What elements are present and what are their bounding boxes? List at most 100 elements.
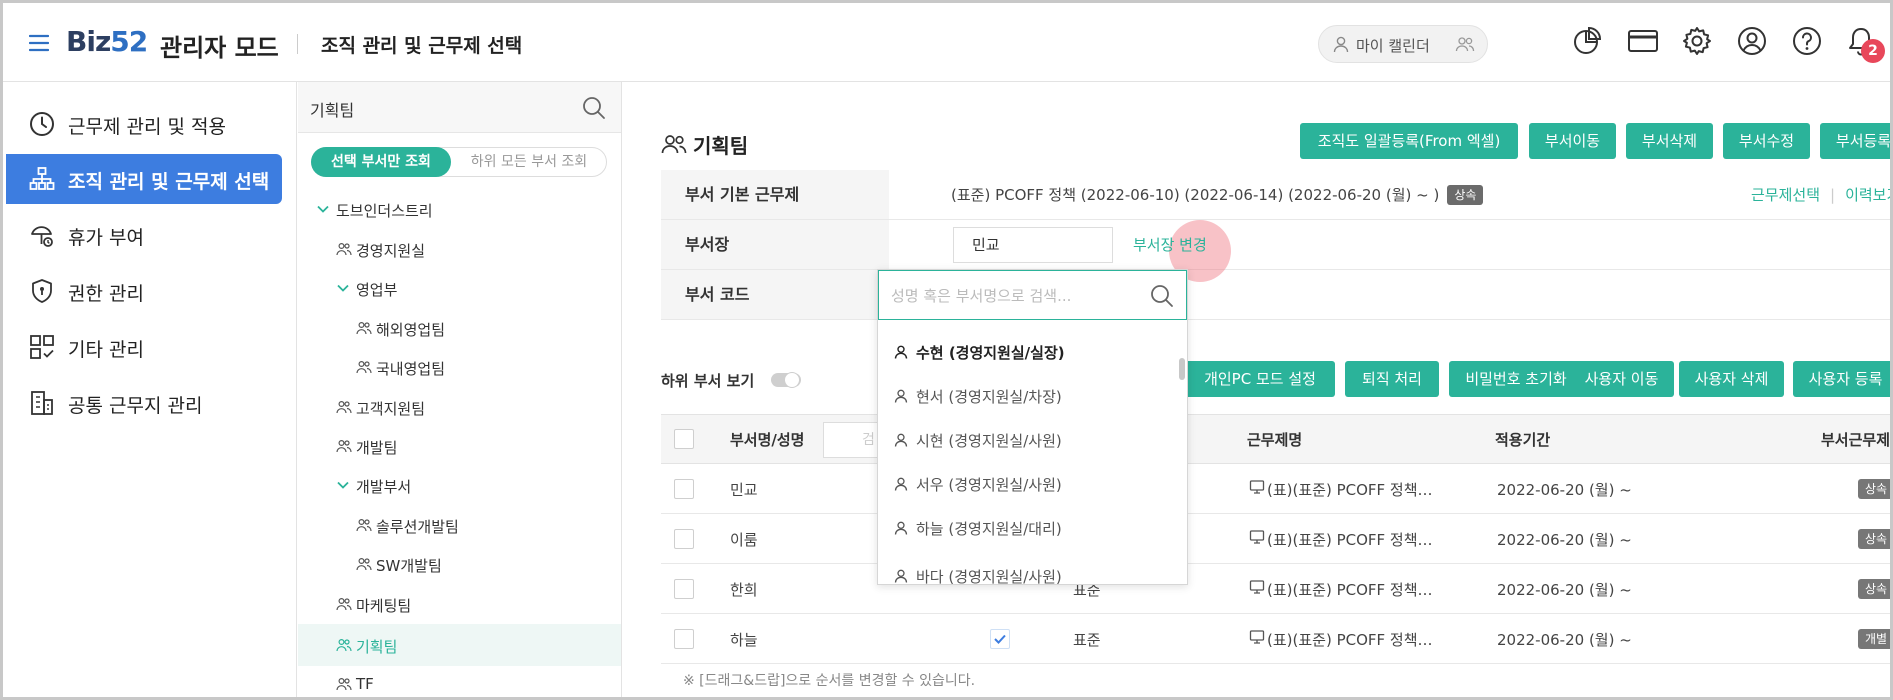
profile-icon[interactable]	[1736, 25, 1768, 57]
row-name: 이룸	[730, 531, 758, 549]
help-icon[interactable]	[1791, 25, 1823, 57]
admin-mode-title: 관리자 모드	[160, 34, 279, 62]
dept-move-button[interactable]: 부서이동	[1529, 123, 1616, 159]
sidebar-item-permissions[interactable]: 권한 관리	[3, 266, 283, 316]
dept-head-field[interactable]: 민교	[953, 227, 1113, 263]
dept-edit-button[interactable]: 부서수정	[1723, 123, 1810, 159]
row-period: 2022-06-20 (월) ~	[1497, 531, 1632, 549]
col-dept-policy: 부서근무제	[1821, 431, 1891, 449]
team-icon	[356, 321, 372, 335]
sidebar-item-vacation[interactable]: 휴가 부여	[3, 210, 283, 260]
team-icon	[356, 518, 372, 532]
search-icon[interactable]	[581, 95, 607, 121]
monitor-icon	[1249, 629, 1265, 645]
dropdown-item[interactable]: 서우 (경영지원실/사원)	[878, 462, 1178, 506]
team-icon	[336, 597, 352, 611]
tree-node-label: 기획팀	[356, 638, 398, 656]
table-row[interactable]: 이룸 (표)(표준) PCOFF 정책… 2022-06-20 (월) ~ 상속	[661, 514, 1890, 564]
dept-delete-button[interactable]: 부서삭제	[1626, 123, 1713, 159]
chevron-down-icon[interactable]	[336, 281, 350, 295]
hamburger-menu-icon[interactable]	[29, 33, 49, 53]
user-icon	[1333, 36, 1349, 53]
delete-user-button[interactable]: 사용자 삭제	[1679, 361, 1784, 397]
tree-node-label: 경영지원실	[356, 242, 426, 260]
row-checkbox[interactable]	[674, 629, 694, 649]
sidebar: 근무제 관리 및 적용 조직 관리 및 근무제 선택 휴가 부여 권한 관리 기…	[3, 82, 297, 697]
sidebar-item-label: 휴가 부여	[68, 227, 144, 249]
dropdown-item[interactable]: 현서 (경영지원실/차장)	[878, 374, 1178, 418]
row-policy: (표)(표준) PCOFF 정책…	[1267, 481, 1433, 499]
logo[interactable]: Biz52	[66, 25, 148, 58]
team-icon	[336, 677, 352, 691]
row-tag: 상속	[1858, 479, 1890, 499]
sidebar-item-label: 조직 관리 및 근무제 선택	[68, 171, 270, 193]
reset-password-button[interactable]: 비밀번호 초기화	[1449, 361, 1583, 397]
dropdown-item[interactable]: 하늘 (경영지원실/대리)	[878, 506, 1178, 550]
dropdown-scrollbar[interactable]	[1179, 358, 1185, 380]
sidebar-item-etc[interactable]: 기타 관리	[3, 322, 283, 372]
dept-head-search-dropdown: 성명 혹은 부서명으로 검색... 수현 (경영지원실/실장) 현서 (경영지원…	[877, 269, 1188, 585]
history-link[interactable]: 이력보기	[1845, 186, 1890, 204]
person-icon	[894, 477, 908, 491]
show-sub-dept-toggle[interactable]	[771, 372, 801, 388]
move-user-button[interactable]: 사용자 이동	[1569, 361, 1674, 397]
row-type: 표준	[1073, 631, 1101, 649]
personal-pc-mode-button[interactable]: 개인PC 모드 설정	[1185, 361, 1335, 397]
link-separator: |	[1830, 186, 1836, 204]
dropdown-item[interactable]: 수현 (경영지원실/실장)	[878, 330, 1178, 374]
table-row[interactable]: 하늘 표준 (표)(표준) PCOFF 정책… 2022-06-20 (월) ~…	[661, 614, 1890, 664]
toggle-knob	[784, 372, 800, 388]
sidebar-item-workplace[interactable]: 공통 근무지 관리	[3, 378, 283, 428]
select-policy-link[interactable]: 근무제선택	[1751, 186, 1820, 204]
row-policy: (표)(표준) PCOFF 정책…	[1267, 581, 1433, 599]
row-checkbox[interactable]	[674, 529, 694, 549]
dept-add-button[interactable]: 부서등록	[1820, 123, 1890, 159]
table-row[interactable]: 한희 표준 (표)(표준) PCOFF 정책… 2022-06-20 (월) ~…	[661, 564, 1890, 614]
tree-node-label: 개발부서	[356, 478, 412, 496]
card-icon[interactable]	[1627, 25, 1659, 57]
report-chart-icon[interactable]	[1571, 25, 1603, 57]
tree-node-selected[interactable]: 기획팀	[298, 624, 621, 666]
tree-search-value: 기획팀	[310, 101, 355, 120]
team-icon	[336, 439, 352, 453]
row-tag: 상속	[1858, 579, 1890, 599]
org-tree-panel: 기획팀 선택 부서만 조회 하위 모든 부서 조회 도브인더스트리 경영지원실 …	[298, 82, 622, 697]
search-icon[interactable]	[1149, 283, 1175, 309]
dept-head-search-input[interactable]: 성명 혹은 부서명으로 검색...	[878, 270, 1187, 320]
sidebar-item-label: 권한 관리	[68, 283, 144, 305]
retire-button[interactable]: 퇴직 처리	[1345, 361, 1439, 397]
add-user-button[interactable]: 사용자 등록	[1793, 361, 1890, 397]
select-all-checkbox[interactable]	[674, 429, 694, 449]
sidebar-item-work-policy[interactable]: 근무제 관리 및 적용	[3, 99, 283, 149]
users-icon	[1455, 36, 1475, 52]
dept-code-label: 부서 코드	[661, 270, 889, 319]
col-policy: 근무제명	[1247, 431, 1303, 449]
dropdown-item[interactable]: 바다 (경영지원실/사원)	[878, 554, 1178, 585]
logo-number: 52	[110, 25, 148, 58]
chevron-down-icon[interactable]	[336, 478, 350, 492]
row-checkbox[interactable]	[674, 479, 694, 499]
dropdown-item-label: 바다 (경영지원실/사원)	[916, 568, 1062, 585]
row-period: 2022-06-20 (월) ~	[1497, 631, 1632, 649]
team-icon	[356, 360, 372, 374]
toggle-selected-only[interactable]: 선택 부서만 조회	[311, 147, 451, 177]
org-bulk-import-button[interactable]: 조직도 일괄등록(From 엑셀)	[1300, 123, 1518, 159]
row-policy: (표)(표준) PCOFF 정책…	[1267, 531, 1433, 549]
drag-drop-note: ※ [드래그&드랍]으로 순서를 변경할 수 있습니다.	[683, 673, 976, 689]
gear-icon[interactable]	[1681, 25, 1713, 57]
my-calendar-button[interactable]: 마이 캘린더	[1318, 25, 1488, 63]
chevron-down-icon[interactable]	[316, 202, 330, 216]
monitor-icon	[1249, 479, 1265, 495]
dropdown-item[interactable]: 시현 (경영지원실/사원)	[878, 418, 1178, 462]
tree-node-label: SW개발팀	[376, 557, 442, 575]
sidebar-item-org-management[interactable]: 조직 관리 및 근무제 선택	[6, 154, 282, 204]
change-head-link[interactable]: 부서장 변경	[1133, 234, 1207, 255]
check-icon[interactable]	[990, 629, 1010, 649]
toggle-all-sub[interactable]: 하위 모든 부서 조회	[454, 148, 604, 176]
tree-search-input[interactable]: 기획팀	[298, 82, 621, 133]
info-row-base-policy: 부서 기본 근무제 (표준) PCOFF 정책 (2022-06-10) (20…	[661, 170, 1890, 220]
name-search-input[interactable]: 검	[823, 422, 883, 458]
tree-node-label: 해외영업팀	[376, 321, 446, 339]
row-checkbox[interactable]	[674, 579, 694, 599]
table-row[interactable]: 민교 (표)(표준) PCOFF 정책… 2022-06-20 (월) ~ 상속	[661, 464, 1890, 514]
